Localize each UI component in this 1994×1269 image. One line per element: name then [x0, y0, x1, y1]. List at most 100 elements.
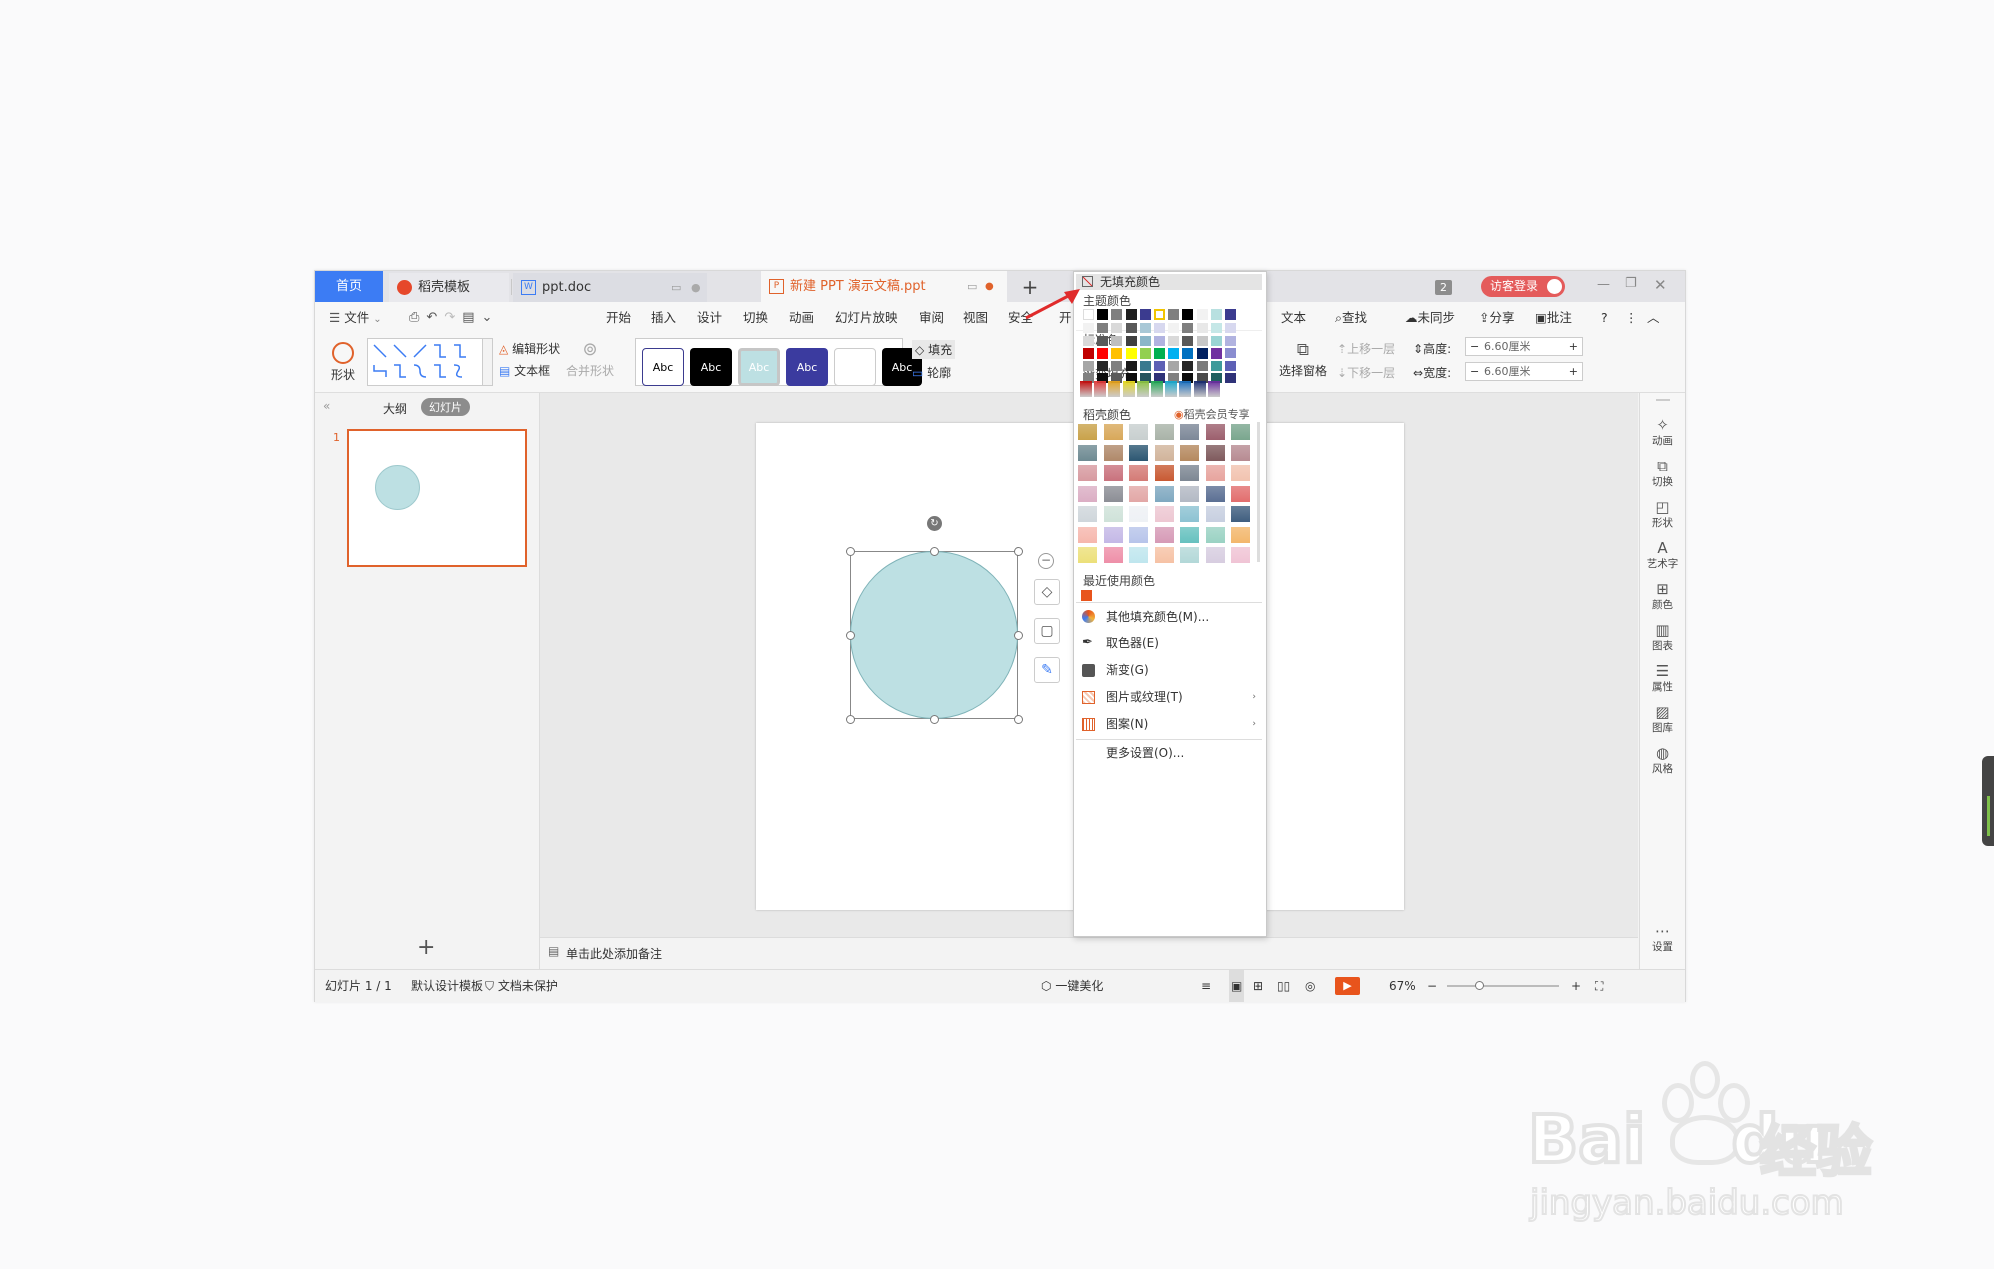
edge-widget[interactable]	[1982, 756, 1994, 846]
theme-shade-swatch[interactable]	[1154, 335, 1165, 346]
sidebar-item-properties[interactable]: ☰ 属性	[1640, 663, 1685, 694]
tab-text-tools[interactable]: 文本	[1281, 302, 1306, 334]
docer-color-swatch[interactable]	[1154, 547, 1174, 563]
docer-color-swatch[interactable]	[1129, 547, 1148, 563]
standard-color-swatch[interactable]	[1196, 348, 1208, 359]
print-icon[interactable]: ▤	[462, 310, 481, 325]
theme-shade-swatch[interactable]	[1097, 323, 1109, 333]
standard-color-swatch[interactable]	[1097, 348, 1109, 359]
theme-shade-swatch[interactable]	[1210, 360, 1222, 371]
sidebar-item-shape[interactable]: ◰ 形状	[1640, 499, 1685, 530]
gradient-item[interactable]: 渐变(G)	[1074, 657, 1264, 683]
docer-color-swatch[interactable]	[1154, 444, 1174, 461]
tab-review[interactable]: 审阅	[919, 302, 944, 334]
docer-color-swatch[interactable]	[1180, 444, 1199, 461]
theme-shade-swatch[interactable]	[1125, 335, 1137, 346]
docer-color-swatch[interactable]	[1129, 485, 1148, 502]
resize-handle-sw[interactable]	[846, 715, 855, 724]
tab-animation[interactable]: 动画	[789, 302, 814, 334]
login-button[interactable]: 访客登录	[1481, 276, 1565, 297]
document-protection[interactable]: ⛉ 文档未保护	[485, 970, 558, 1002]
theme-shade-swatch[interactable]	[1139, 335, 1151, 346]
reading-view-icon[interactable]: ▯▯	[1277, 970, 1290, 1002]
theme-shade-swatch[interactable]	[1182, 360, 1194, 371]
edit-shape-button[interactable]: ◬ 编辑形状	[499, 340, 560, 357]
docer-color-swatch[interactable]	[1180, 485, 1199, 502]
page-count-badge[interactable]: 2	[1435, 280, 1452, 295]
theme-shade-swatch[interactable]	[1210, 323, 1222, 333]
more-settings-item[interactable]: 更多设置(O)...	[1074, 740, 1264, 766]
fill-button[interactable]: ◇ 填充	[912, 340, 956, 359]
sidebar-item-chart[interactable]: ▥ 图表	[1640, 622, 1685, 653]
height-value[interactable]: 6.60厘米	[1484, 338, 1531, 355]
more-icon[interactable]: ⌄	[482, 310, 500, 325]
gradient-fill-swatch[interactable]	[1094, 381, 1107, 397]
help-button[interactable]: ?	[1601, 302, 1608, 334]
theme-shade-swatch[interactable]	[1225, 373, 1236, 383]
theme-shade-swatch[interactable]	[1154, 360, 1165, 371]
docer-color-swatch[interactable]	[1154, 424, 1174, 440]
theme-color-swatch[interactable]	[1196, 309, 1208, 320]
gradient-fill-swatch[interactable]	[1080, 381, 1092, 397]
textbox-button[interactable]: ▤ 文本框	[499, 362, 550, 379]
theme-shade-swatch[interactable]	[1111, 360, 1123, 371]
presenter-view-icon[interactable]: ◎	[1305, 970, 1315, 1002]
gradient-fill-swatch[interactable]	[1179, 381, 1192, 397]
docer-color-swatch[interactable]	[1180, 547, 1199, 563]
docer-color-swatch[interactable]	[1205, 547, 1225, 563]
docer-color-swatch[interactable]	[1180, 424, 1199, 440]
sidebar-item-style[interactable]: ◍ 风格	[1640, 745, 1685, 776]
theme-color-swatch[interactable]	[1210, 309, 1222, 320]
docer-color-swatch[interactable]	[1129, 444, 1148, 461]
standard-color-swatch[interactable]	[1083, 348, 1094, 359]
docer-color-swatch[interactable]	[1231, 465, 1250, 481]
docer-color-swatch[interactable]	[1205, 506, 1225, 522]
docer-color-swatch[interactable]	[1078, 444, 1097, 461]
gradient-fill-swatch[interactable]	[1193, 381, 1206, 397]
theme-color-swatch[interactable]	[1125, 309, 1137, 320]
increase-height-button[interactable]: +	[1569, 338, 1578, 355]
gradient-fill-swatch[interactable]	[1136, 381, 1149, 397]
pattern-item[interactable]: 图案(N) ›	[1074, 711, 1264, 737]
sync-button[interactable]: ☁未同步	[1405, 302, 1455, 334]
tab-close-dot[interactable]: ●	[691, 273, 701, 302]
docer-color-swatch[interactable]	[1103, 506, 1123, 522]
add-slide-button[interactable]: +	[417, 935, 435, 960]
share-button[interactable]: ⇪分享	[1479, 302, 1515, 334]
theme-shade-swatch[interactable]	[1225, 323, 1236, 333]
resize-handle-ne[interactable]	[1014, 547, 1023, 556]
close-window-button[interactable]: ✕	[1654, 276, 1670, 294]
width-stepper[interactable]: − 6.60厘米 +	[1465, 362, 1583, 381]
outline-tab[interactable]: 大纲	[383, 400, 407, 417]
resize-handle-e[interactable]	[1014, 631, 1023, 640]
zoom-in-button[interactable]: +	[1571, 970, 1581, 1002]
theme-shade-swatch[interactable]	[1111, 335, 1123, 346]
style-teal-selected[interactable]: Abc	[738, 348, 780, 386]
theme-shade-swatch[interactable]	[1154, 323, 1165, 333]
docer-color-swatch[interactable]	[1205, 444, 1225, 461]
resize-handle-nw[interactable]	[846, 547, 855, 556]
quick-outline-button[interactable]: ▢	[1034, 618, 1060, 644]
docer-color-swatch[interactable]	[1154, 465, 1174, 481]
slide-thumbnail-1[interactable]	[347, 429, 527, 567]
theme-shade-swatch[interactable]	[1168, 323, 1180, 333]
zoom-slider[interactable]	[1447, 981, 1559, 990]
move-down-button[interactable]: ⇣下移一层	[1337, 364, 1395, 381]
no-fill-item[interactable]: 无填充颜色	[1076, 274, 1262, 290]
theme-shade-swatch[interactable]	[1182, 335, 1194, 346]
docer-color-swatch[interactable]	[1129, 465, 1148, 481]
sidebar-item-settings[interactable]: ⋯ 设置	[1640, 923, 1685, 954]
eyedropper-item[interactable]: ✒ 取色器(E)	[1074, 630, 1264, 656]
undo-icon[interactable]: ↶	[426, 310, 444, 325]
style-black[interactable]: Abc	[690, 348, 732, 386]
picture-texture-item[interactable]: 图片或纹理(T) ›	[1074, 684, 1264, 710]
docer-color-swatch[interactable]	[1129, 506, 1148, 522]
sidebar-item-transition[interactable]: ⧉ 切换	[1640, 458, 1685, 489]
standard-color-swatch[interactable]	[1154, 348, 1165, 359]
standard-color-swatch[interactable]	[1111, 348, 1123, 359]
gradient-fill-swatch[interactable]	[1165, 381, 1178, 397]
docer-scrollbar[interactable]	[1257, 422, 1260, 562]
increase-width-button[interactable]: +	[1569, 363, 1578, 380]
theme-shade-swatch[interactable]	[1196, 360, 1208, 371]
selection-pane-button[interactable]: ⧉ 选择窗格	[1277, 338, 1329, 386]
